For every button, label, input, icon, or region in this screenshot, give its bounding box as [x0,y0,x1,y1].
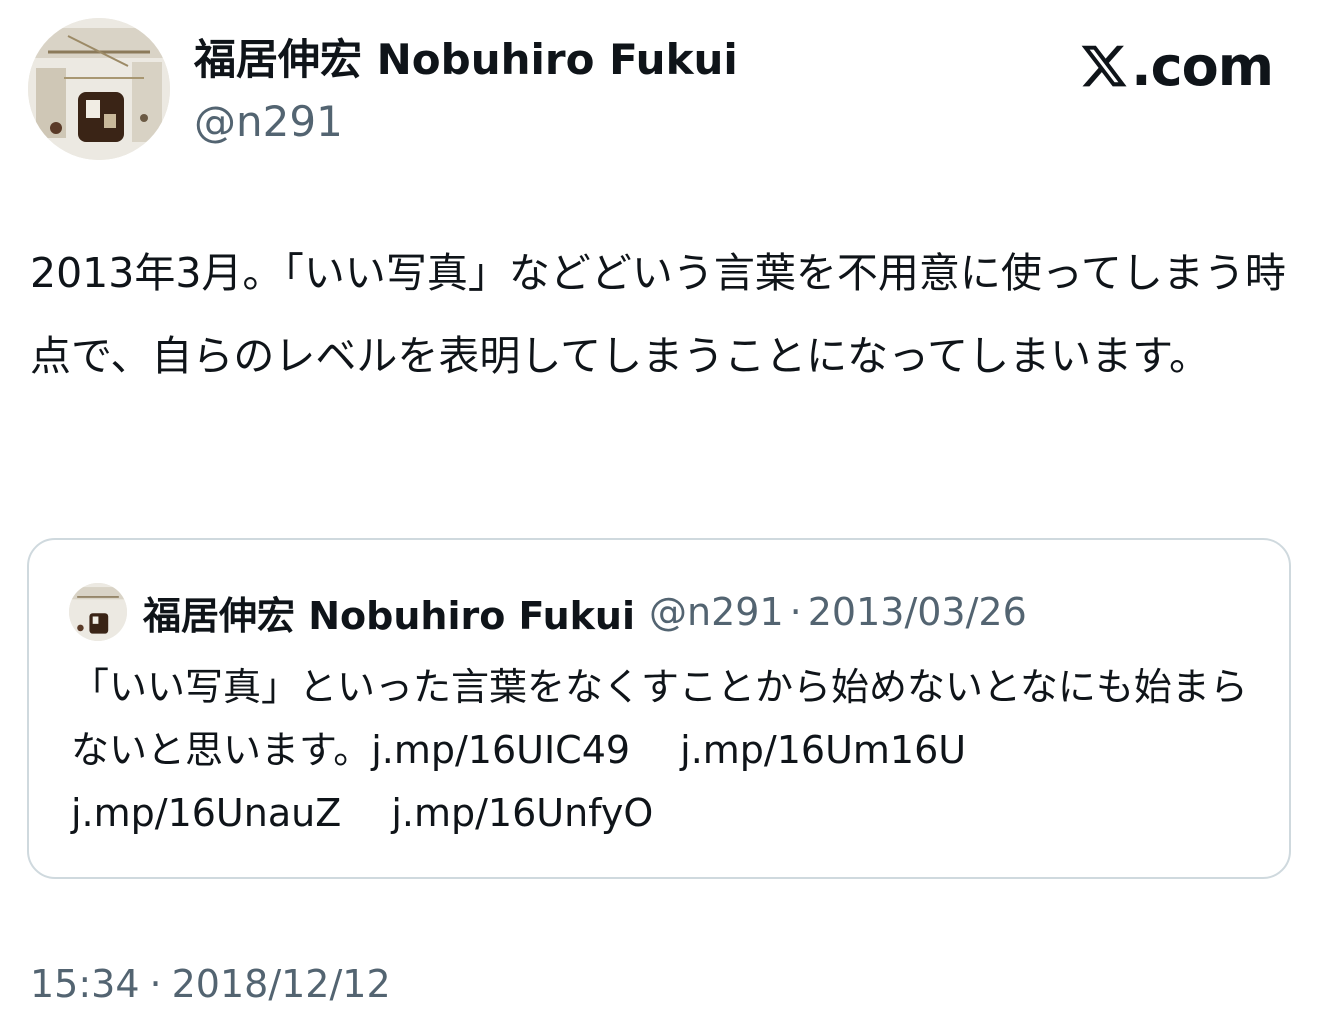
tweet-screenshot: 福居伸宏 Nobuhiro Fukui @n291 .com 2013年3月。「… [0,0,1319,1026]
quoted-separator-dot: · [789,590,802,634]
tweet-date: 2018/12/12 [171,962,391,1006]
quoted-link-2[interactable]: j.mp/16Um16U [680,728,966,772]
author-display-name[interactable]: 福居伸宏 Nobuhiro Fukui [194,32,738,88]
author-avatar[interactable] [28,18,170,160]
brand-domain-label: .com [1131,34,1274,98]
tweet-timestamp[interactable]: 15:34 · 2018/12/12 [30,958,391,1010]
x-brand-logo: .com [1079,34,1274,98]
quoted-tweet-text: 「いい写真」といった言葉をなくすことから始めないとなにも始まらないと思います。j… [71,656,1261,845]
tweet-text: 2013年3月。「いい写真」などどいう言葉を不用意に使ってしまう時点で、自らのレ… [30,249,1286,380]
quoted-link-1[interactable]: j.mp/16UIC49 [371,728,630,772]
x-logo-icon [1081,45,1127,87]
quoted-link-3[interactable]: j.mp/16UnauZ [71,791,341,835]
quoted-tweet-header: 福居伸宏 Nobuhiro Fukui @n291 · 2013/03/26 [69,583,1027,641]
timestamp-separator: · [149,962,162,1006]
quoted-link-4[interactable]: j.mp/16UnfyO [391,791,653,835]
profile-photo-icon [28,18,170,160]
quoted-author-handle: @n291 [649,590,784,634]
quoted-tweet-body: 「いい写真」といった言葉をなくすことから始めないとなにも始まらないと思います。 [71,665,1248,772]
quoted-tweet-card[interactable]: 福居伸宏 Nobuhiro Fukui @n291 · 2013/03/26 「… [27,538,1291,879]
quoted-tweet-date: 2013/03/26 [807,590,1027,634]
tweet-time: 15:34 [30,962,140,1006]
author-handle[interactable]: @n291 [194,94,343,150]
quoted-author-avatar [69,583,127,641]
profile-photo-icon [69,583,127,641]
quoted-author-display-name: 福居伸宏 Nobuhiro Fukui [143,593,636,638]
